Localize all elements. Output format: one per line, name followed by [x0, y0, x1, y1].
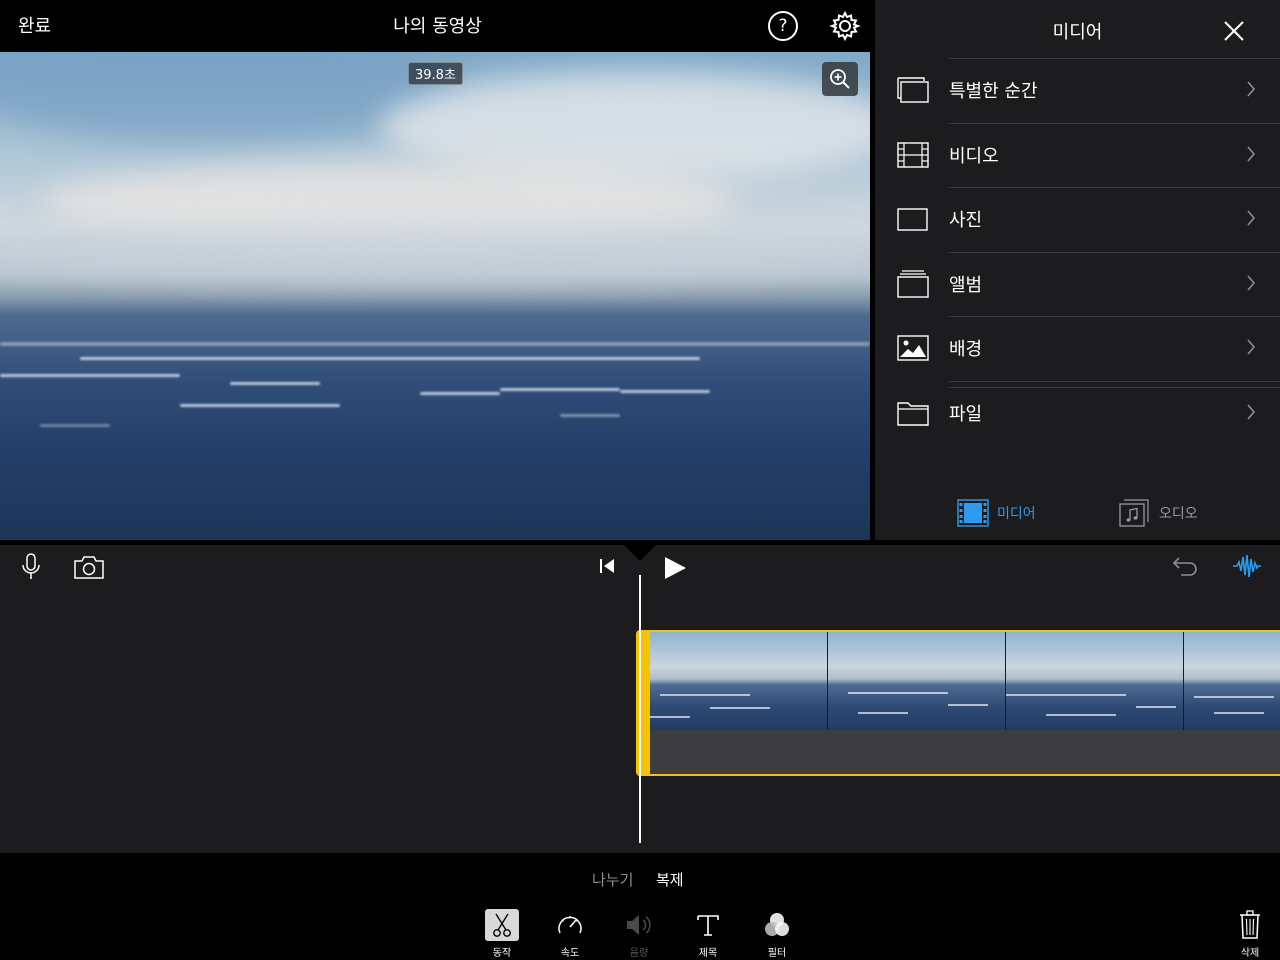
speedometer-icon	[558, 916, 582, 934]
clip-thumbnail	[650, 632, 828, 730]
tool-volume[interactable]: 음량	[617, 909, 661, 959]
zoom-button[interactable]	[822, 62, 858, 96]
skip-to-start-button[interactable]	[594, 553, 620, 579]
delete-button[interactable]: 삭제	[1228, 909, 1272, 959]
video-preview[interactable]: 39.8초	[0, 52, 870, 540]
tool-actions[interactable]: 동작	[480, 909, 524, 959]
segment-audio-label: 오디오	[1159, 506, 1198, 522]
tool-label: 제목	[698, 948, 718, 959]
clip-thumbnail	[1184, 632, 1280, 730]
clip-thumbnail	[828, 632, 1006, 730]
media-item-label: 비디오	[949, 145, 999, 167]
zoom-in-icon	[830, 69, 850, 89]
clip-thumbnail	[1006, 632, 1184, 730]
media-item-moments[interactable]: 특별한 순간	[875, 58, 1280, 123]
video-clip[interactable]	[636, 630, 1280, 776]
media-item-photos[interactable]: 사진	[875, 187, 1280, 252]
media-item-label: 사진	[949, 210, 983, 231]
media-item-backgrounds[interactable]: 배경	[875, 316, 1280, 381]
question-mark-icon: ?	[778, 16, 788, 36]
chevron-right-icon	[1247, 81, 1256, 97]
playhead-marker	[624, 545, 656, 561]
moments-icon	[897, 77, 929, 103]
tool-speed[interactable]: 속도	[548, 909, 592, 959]
media-item-albums[interactable]: 앨범	[875, 251, 1280, 317]
music-note-icon	[1119, 499, 1149, 527]
clip-thumbnails	[650, 632, 1280, 730]
playhead[interactable]	[639, 575, 641, 843]
voiceover-button[interactable]	[18, 551, 44, 583]
undo-icon	[1172, 557, 1197, 576]
film-icon	[897, 141, 929, 168]
media-film-icon	[957, 499, 989, 527]
scissors-icon	[493, 913, 511, 937]
chevron-right-icon	[1247, 403, 1256, 420]
camera-button[interactable]	[72, 551, 106, 583]
list-divider	[949, 387, 1280, 388]
tool-label: 동작	[492, 948, 512, 959]
gear-icon[interactable]	[829, 10, 861, 42]
audio-waveform-button[interactable]	[1230, 551, 1264, 581]
media-item-video[interactable]: 비디오	[875, 122, 1280, 188]
chevron-right-icon	[1247, 145, 1256, 162]
close-icon[interactable]	[1223, 20, 1245, 42]
title-t-icon	[697, 915, 719, 936]
top-bar: 완료 나의 동영상 ?	[0, 0, 875, 52]
segment-media-label: 미디어	[997, 506, 1036, 522]
speaker-icon	[627, 915, 651, 935]
segment-media[interactable]: 미디어	[957, 498, 1036, 528]
chevron-right-icon	[1247, 274, 1256, 291]
project-title: 나의 동영상	[393, 16, 482, 37]
play-icon	[665, 557, 686, 579]
undo-button[interactable]	[1168, 551, 1202, 581]
media-item-label: 특별한 순간	[949, 81, 1038, 102]
camera-icon	[74, 556, 104, 579]
tool-label: 속도	[560, 948, 580, 959]
tool-filters[interactable]: 필터	[755, 909, 799, 959]
media-panel: 미디어 특별한 순간 비디오 사진 앨범 배경 파일 미디어 오디오	[875, 0, 1280, 540]
split-button[interactable]: 나누기	[592, 869, 633, 890]
filter-circles-icon	[765, 913, 789, 936]
duration-badge: 39.8초	[408, 62, 463, 85]
clip-audio-lane	[650, 730, 1280, 774]
media-item-files[interactable]: 파일	[875, 380, 1280, 446]
skip-back-icon	[600, 559, 614, 573]
album-stack-icon	[897, 269, 929, 298]
trash-icon	[1240, 910, 1260, 939]
media-item-label: 파일	[949, 403, 983, 425]
microphone-icon	[22, 553, 40, 579]
duplicate-button[interactable]: 복제	[656, 869, 684, 890]
waveform-icon	[1233, 554, 1261, 578]
photo-frame-icon	[897, 208, 928, 231]
media-panel-title: 미디어	[1052, 22, 1103, 43]
media-item-label: 앨범	[949, 274, 983, 296]
tool-label: 음량	[629, 948, 649, 959]
folder-icon	[897, 401, 929, 426]
chevron-right-icon	[1247, 339, 1256, 355]
tool-label: 필터	[767, 948, 787, 959]
tool-titles[interactable]: 제목	[686, 909, 730, 959]
help-button[interactable]: ?	[768, 11, 798, 41]
delete-label: 삭제	[1240, 948, 1260, 959]
play-button[interactable]	[660, 553, 690, 583]
bottom-toolbar: 나누기 복제 동작 속도 음량 제목 필터 삭제	[0, 853, 1280, 960]
segment-audio[interactable]: 오디오	[1119, 498, 1198, 528]
chevron-right-icon	[1247, 210, 1256, 226]
timeline[interactable]	[0, 545, 1280, 853]
media-item-label: 배경	[949, 339, 983, 360]
landscape-icon	[897, 335, 929, 361]
